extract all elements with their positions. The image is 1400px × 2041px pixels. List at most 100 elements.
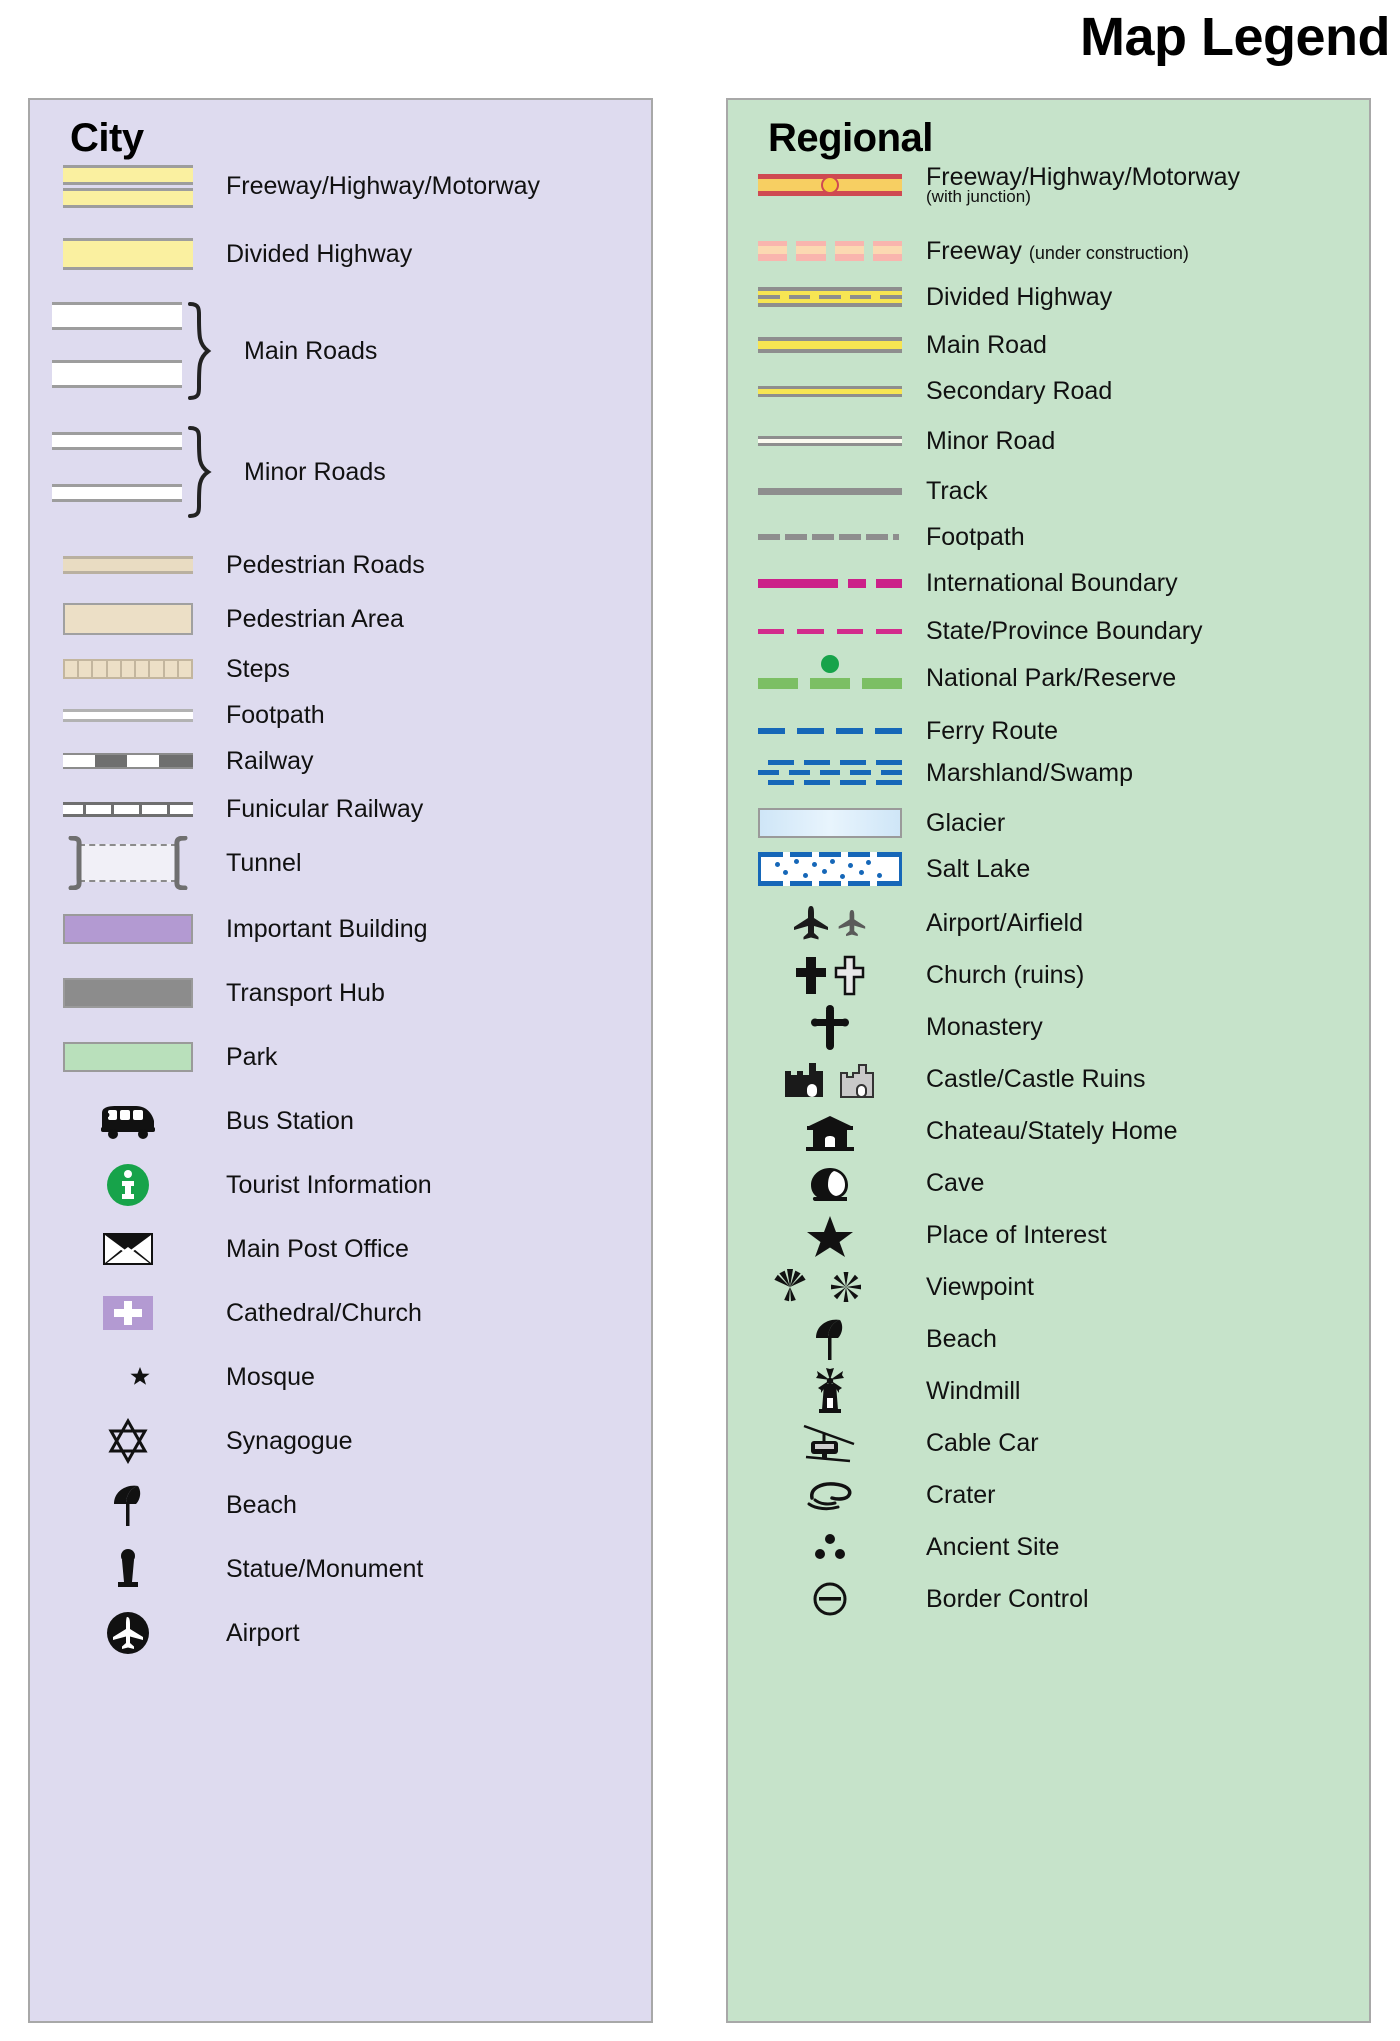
funicular-ticked-band-symbol <box>52 801 204 817</box>
steps-hatched-band-symbol <box>52 659 204 679</box>
legend-label: Main Roads <box>244 336 378 365</box>
state-boundary-dashed-symbol <box>750 628 910 634</box>
legend-label: Main Road <box>926 330 1047 359</box>
legend-row-city-minor-roads: Minor Roads <box>52 422 386 522</box>
footpath-grey-dashed-symbol <box>750 534 910 540</box>
legend-label: Airport/Airfield <box>926 908 1083 937</box>
legend-row-regional-international-boundary: International Boundary <box>750 560 1178 606</box>
legend-label: Pedestrian Roads <box>226 550 425 579</box>
chateau-icon <box>750 1110 910 1152</box>
legend-row-regional-church-ruins: Church (ruins) <box>750 952 1084 998</box>
legend-row-regional-monastery: Monastery <box>750 1004 1043 1050</box>
legend-row-regional-cable-car: Cable Car <box>750 1420 1039 1466</box>
city-legend-panel: City Freeway/Highway/Motorway Divided Hi… <box>28 98 653 2023</box>
cross-pair-icon <box>750 953 910 997</box>
salt-lake-dotted-swatch-symbol <box>750 852 910 886</box>
legend-label-main: Freeway <box>926 236 1022 265</box>
legend-row-regional-ancient-site: Ancient Site <box>750 1524 1059 1570</box>
curly-brace-icon <box>188 426 212 518</box>
track-grey-line-symbol <box>750 487 910 495</box>
legend-row-regional-minor-road: Minor Road <box>750 418 1055 464</box>
railway-dashed-band-symbol <box>52 753 204 769</box>
envelope-icon <box>52 1232 204 1266</box>
tunnel-bracket-dashed-symbol <box>52 836 204 890</box>
ancient-site-icon <box>750 1530 910 1564</box>
important-building-swatch-symbol <box>52 914 204 944</box>
legend-row-city-main-roads: Main Roads <box>52 296 377 406</box>
legend-label: Secondary Road <box>926 376 1113 405</box>
legend-row-city-tourist-information: Tourist Information <box>52 1162 432 1208</box>
main-road-yellow-band-symbol <box>750 337 910 353</box>
orthodox-cross-icon <box>750 1004 910 1050</box>
legend-row-regional-salt-lake: Salt Lake <box>750 848 1030 890</box>
legend-label: Freeway (under construction) <box>926 238 1189 265</box>
pedestrian-road-band-symbol <box>52 556 204 574</box>
freeway-double-band-symbol <box>52 164 204 208</box>
legend-label: Chateau/Stately Home <box>926 1116 1178 1145</box>
legend-row-city-freeway: Freeway/Highway/Motorway <box>52 162 540 210</box>
legend-label: Crater <box>926 1480 996 1509</box>
legend-label: Windmill <box>926 1376 1021 1405</box>
viewpoint-pair-icon <box>750 1266 910 1308</box>
castle-pair-icon <box>750 1057 910 1101</box>
star-of-david-icon <box>52 1418 204 1464</box>
legend-row-regional-viewpoint: Viewpoint <box>750 1264 1034 1310</box>
national-park-band-dot-symbol <box>750 655 910 689</box>
legend-label: Mosque <box>226 1362 315 1391</box>
minor-road-white-band-symbol <box>750 436 910 446</box>
freeway-with-junction-symbol <box>750 174 910 196</box>
legend-row-city-bus-station: Bus Station <box>52 1098 354 1144</box>
legend-label: Footpath <box>926 522 1025 551</box>
legend-row-city-airport: Airport <box>52 1610 300 1656</box>
legend-label: Main Post Office <box>226 1234 409 1263</box>
legend-label: Minor Road <box>926 426 1056 455</box>
legend-label: Pedestrian Area <box>226 604 404 633</box>
legend-row-city-important-building: Important Building <box>52 906 428 952</box>
legend-row-regional-secondary-road: Secondary Road <box>750 368 1112 414</box>
legend-label: Tourist Information <box>226 1170 432 1199</box>
cave-icon <box>750 1162 910 1204</box>
legend-row-city-railway: Railway <box>52 738 314 784</box>
footpath-thin-band-symbol <box>52 708 204 722</box>
bracket-right-icon <box>174 836 188 890</box>
divided-highway-band-symbol <box>52 238 204 270</box>
legend-row-regional-border-control: Border Control <box>750 1576 1089 1622</box>
legend-row-regional-crater: Crater <box>750 1472 995 1518</box>
legend-row-regional-castle: Castle/Castle Ruins <box>750 1056 1146 1102</box>
legend-row-city-steps: Steps <box>52 646 290 692</box>
legend-row-city-statue-monument: Statue/Monument <box>52 1546 423 1592</box>
glacier-swatch-symbol <box>750 808 910 838</box>
legend-row-regional-divided-highway: Divided Highway <box>750 274 1112 320</box>
legend-row-city-transport-hub: Transport Hub <box>52 970 385 1016</box>
legend-label: Viewpoint <box>926 1272 1034 1301</box>
legend-row-regional-track: Track <box>750 468 988 514</box>
legend-label: Divided Highway <box>226 239 413 268</box>
legend-label: Freeway/Highway/Motorway (with junction) <box>926 163 1240 207</box>
legend-label: State/Province Boundary <box>926 616 1203 645</box>
monument-icon <box>52 1546 204 1592</box>
legend-label: Cathedral/Church <box>226 1298 422 1327</box>
freeway-under-construction-symbol <box>750 241 910 261</box>
legend-label: Important Building <box>226 914 428 943</box>
legend-row-regional-main-road: Main Road <box>750 322 1047 368</box>
legend-row-regional-glacier: Glacier <box>750 800 1005 846</box>
park-swatch-symbol <box>52 1042 204 1072</box>
legend-row-city-pedestrian-roads: Pedestrian Roads <box>52 542 425 588</box>
legend-label: Synagogue <box>226 1426 353 1455</box>
legend-label: Airport <box>226 1618 300 1647</box>
legend-label: Beach <box>226 1490 297 1519</box>
regional-legend-panel: Regional Freeway/Highway/Motorway (with … <box>726 98 1371 2023</box>
star-icon <box>750 1213 910 1257</box>
legend-row-regional-cave: Cave <box>750 1160 984 1206</box>
legend-label: Beach <box>926 1324 997 1353</box>
legend-label: Castle/Castle Ruins <box>926 1064 1146 1093</box>
legend-label: Statue/Monument <box>226 1554 424 1583</box>
main-roads-braced-pair-symbol <box>52 296 242 406</box>
legend-label: Tunnel <box>226 848 302 877</box>
information-circle-icon <box>52 1162 204 1208</box>
legend-label: Steps <box>226 654 290 683</box>
border-control-icon <box>750 1577 910 1621</box>
legend-row-regional-place-of-interest: Place of Interest <box>750 1212 1107 1258</box>
city-panel-heading: City <box>70 116 144 160</box>
legend-row-regional-freeway-uc: Freeway (under construction) <box>750 228 1189 274</box>
